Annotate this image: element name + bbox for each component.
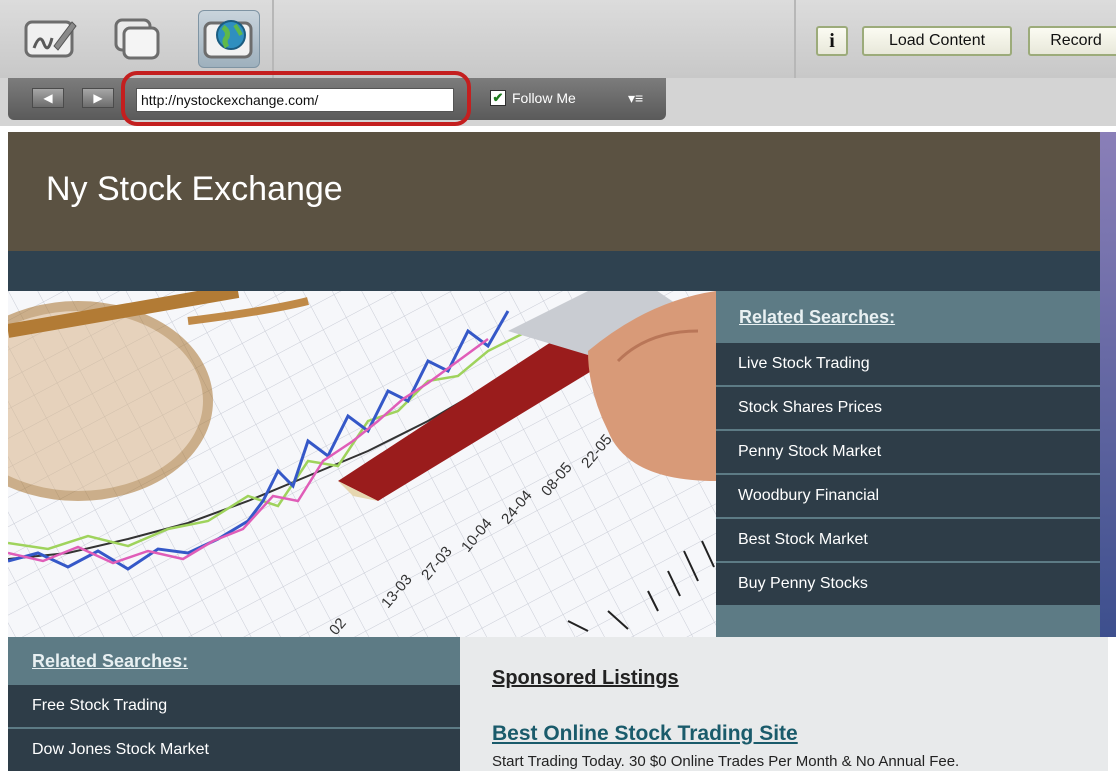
url-input[interactable] [136,88,454,112]
windows-icon [114,18,160,60]
related-search-link[interactable]: Best Stock Market [716,519,1108,563]
page-right-edge [1100,132,1116,637]
site-title: Ny Stock Exchange [46,170,343,208]
info-button[interactable]: i [816,26,848,56]
toolbar-separator [272,0,274,78]
related-searches-right: Related Searches: Live Stock Trading Sto… [716,291,1108,637]
menu-icon[interactable]: ▾≡ [628,90,643,107]
info-icon: i [829,29,835,52]
globe-icon [203,20,253,59]
related-search-link[interactable]: Woodbury Financial [716,475,1108,519]
back-arrow-icon: ◀ [43,91,53,105]
related-searches-footer [716,607,1108,637]
follow-me-toggle[interactable]: ✔ Follow Me [490,90,576,106]
web-page: Ny Stock Exchange 02 13-03 27-03 10-04 2… [8,132,1108,771]
window-tool-button[interactable] [106,10,166,66]
web-tool-button[interactable] [198,10,260,68]
related-search-link[interactable]: Penny Stock Market [716,431,1108,475]
forward-arrow-icon: ▶ [93,91,103,105]
related-searches-heading[interactable]: Related Searches: [8,637,460,685]
follow-me-label: Follow Me [512,90,576,106]
related-searches-left: Related Searches: Free Stock Trading Dow… [8,637,460,771]
hero-image: 02 13-03 27-03 10-04 24-04 08-05 22-05 0… [8,291,716,637]
site-header: Ny Stock Exchange [8,132,1108,251]
follow-me-checkbox[interactable]: ✔ [490,90,506,106]
sponsored-link[interactable]: Best Online Stock Trading Site [492,722,798,746]
load-content-button[interactable]: Load Content [862,26,1012,56]
forward-button[interactable]: ▶ [82,88,114,108]
app-toolbar: i Load Content Record [0,0,1116,79]
stock-chart-pen-illustration: 02 13-03 27-03 10-04 24-04 08-05 22-05 0… [8,291,716,637]
sponsored-listings: Sponsored Listings Best Online Stock Tra… [460,637,1108,771]
related-search-link[interactable]: Buy Penny Stocks [716,563,1108,607]
site-nav-strip [8,251,1108,291]
record-button[interactable]: Record [1028,26,1116,56]
toolbar-separator [794,0,796,78]
back-button[interactable]: ◀ [32,88,64,108]
related-searches-heading[interactable]: Related Searches: [716,291,1108,343]
annotate-tool-button[interactable] [20,10,80,66]
related-search-link[interactable]: Live Stock Trading [716,343,1108,387]
sponsored-description: Start Trading Today. 30 $0 Online Trades… [492,753,960,770]
sponsored-listings-heading: Sponsored Listings [492,667,679,689]
related-search-link[interactable]: Stock Shares Prices [716,387,1108,431]
related-search-link[interactable]: Free Stock Trading [8,685,460,729]
pen-sign-icon [24,20,77,58]
related-search-link[interactable]: Dow Jones Stock Market [8,729,460,771]
